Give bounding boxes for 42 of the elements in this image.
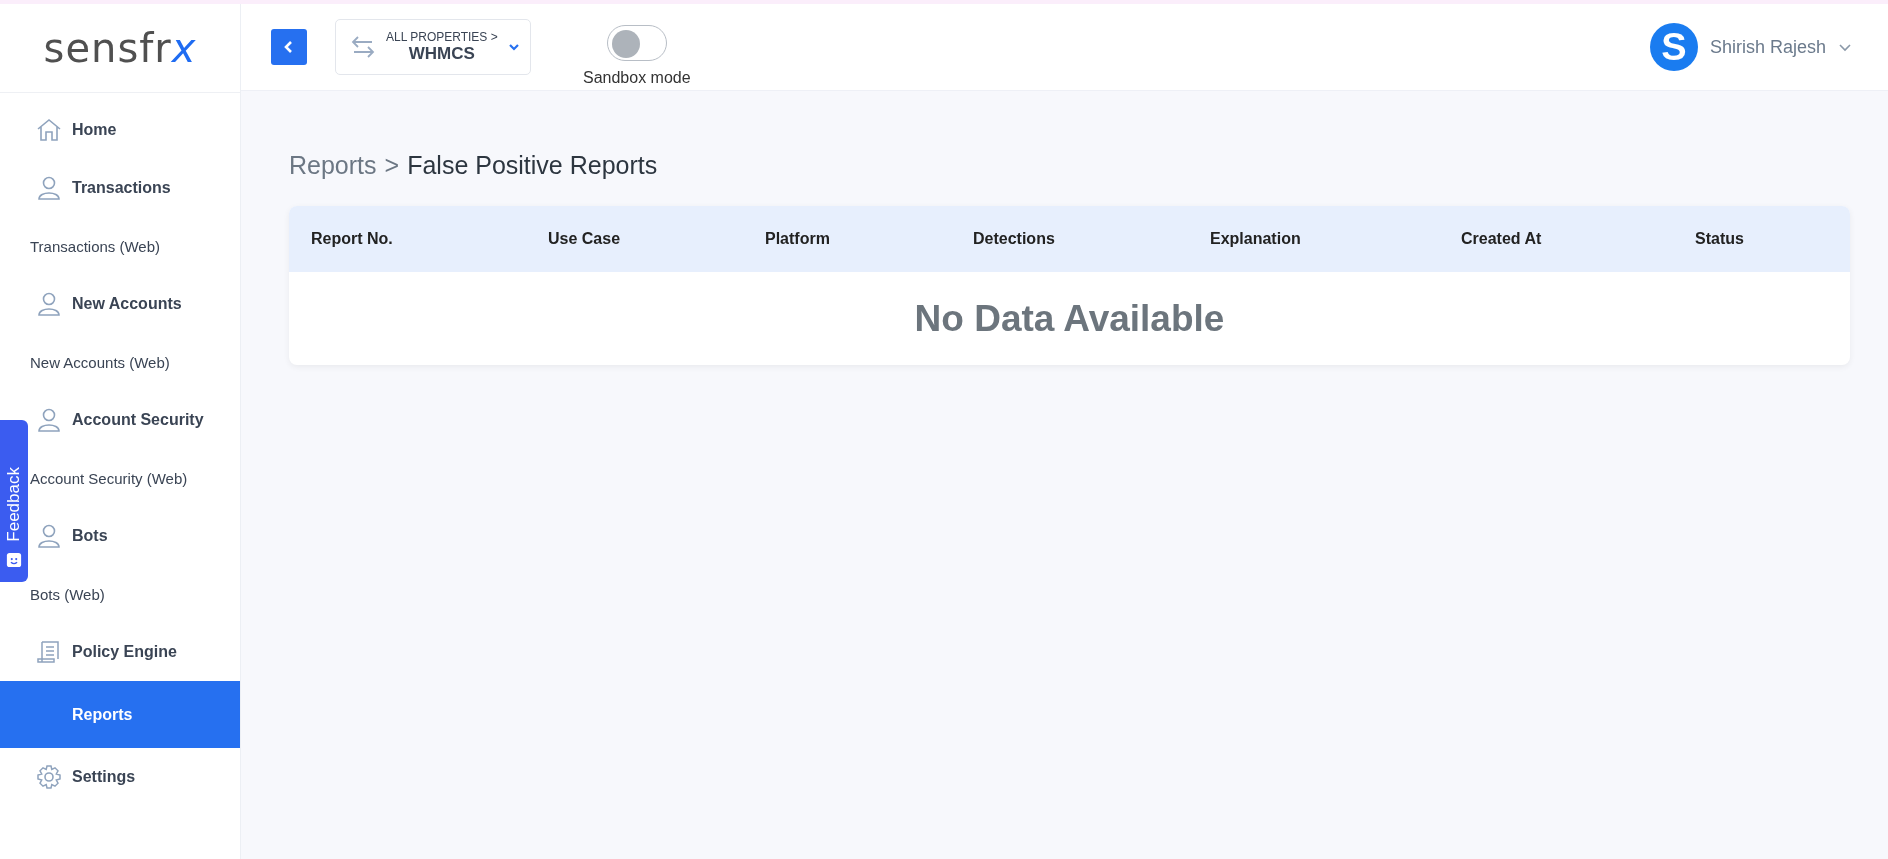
swap-arrows-icon — [350, 34, 376, 60]
column-header: Status — [1695, 230, 1745, 248]
user-menu[interactable]: S Shirish Rajesh — [1643, 22, 1858, 72]
collapse-button[interactable] — [271, 29, 307, 65]
settings-icon — [36, 764, 62, 790]
empty-message: No Data Available — [913, 296, 1226, 341]
sidebar-item[interactable]: Policy Engine — [28, 623, 240, 681]
sidebar-item[interactable]: Bots (Web) — [28, 565, 240, 623]
column-header: Report No. — [311, 230, 394, 248]
feedback-tab[interactable]: Feedback — [0, 420, 28, 582]
column-header: Platform — [765, 230, 831, 248]
breadcrumb-separator: > — [384, 151, 400, 180]
sidebar-item[interactable]: Transactions — [28, 159, 240, 217]
user-icon — [36, 175, 62, 201]
sidebar-item[interactable]: New Accounts — [28, 275, 240, 333]
sandbox-toggle[interactable] — [606, 25, 667, 61]
sidebar-item[interactable]: Bots — [28, 507, 240, 565]
avatar: S — [1649, 23, 1698, 71]
smiley-icon — [6, 552, 22, 568]
column-header: Detections — [973, 230, 1056, 248]
breadcrumb-link[interactable]: Reports — [289, 151, 377, 180]
document-icon — [36, 639, 62, 665]
sidebar-item[interactable]: Account Security (Web) — [28, 449, 240, 507]
page-title: False Positive Reports — [407, 151, 658, 180]
sandbox-label: Sandbox mode — [583, 69, 691, 87]
home-icon — [36, 117, 62, 143]
chevron-down-icon — [1838, 42, 1852, 52]
sidebar-item[interactable]: Account Security — [28, 391, 240, 449]
column-header: Explanation — [1210, 230, 1302, 248]
sidebar-item[interactable]: New Accounts (Web) — [28, 333, 240, 391]
chevron-down-icon — [507, 42, 520, 52]
logo: sensfrx — [43, 25, 197, 71]
column-header: Created At — [1461, 230, 1543, 248]
column-header: Use Case — [548, 230, 622, 248]
sidebar-item[interactable]: Settings — [28, 748, 240, 806]
property-selector[interactable]: ALL PROPERTIES > WHMCS — [335, 19, 531, 75]
sidebar-item[interactable]: Home — [28, 101, 240, 159]
user-icon — [36, 291, 62, 317]
user-icon — [36, 523, 62, 549]
sidebar-item[interactable]: Reports — [0, 681, 240, 748]
sidebar-item[interactable]: Transactions (Web) — [28, 217, 240, 275]
user-icon — [36, 407, 62, 433]
